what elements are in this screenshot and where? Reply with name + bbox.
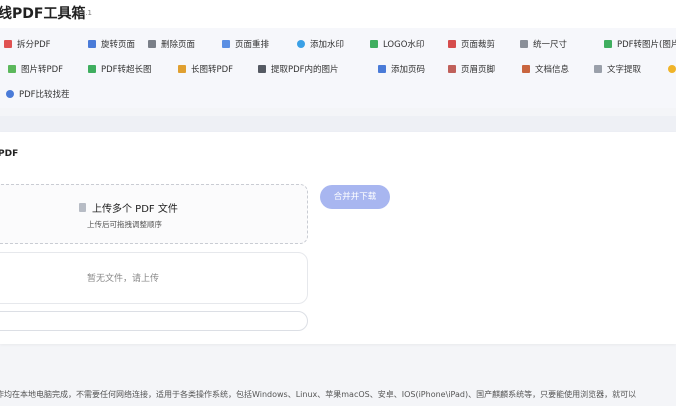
tool-label: PDF转图片(图片 (617, 40, 676, 50)
tool-row1-1[interactable]: 旋转页面 (88, 37, 135, 51)
scissors-icon (4, 40, 12, 48)
image-icon (370, 40, 378, 48)
tool-label: 长图转PDF (191, 65, 234, 75)
bulb-icon (668, 65, 676, 73)
tool-label: 拆分PDF (17, 40, 51, 50)
tool-row1-0[interactable]: 拆分PDF (4, 37, 51, 51)
section-divider (0, 116, 676, 132)
tool-row1-7[interactable]: 统一尺寸 (520, 37, 567, 51)
upload-hint: 上传后可拖拽调整顺序 (87, 220, 162, 229)
tool-row2-6[interactable]: 文档信息 (522, 62, 569, 76)
tool-label: 页眉页脚 (461, 65, 496, 75)
header-footer-icon (448, 65, 456, 73)
camera-icon (258, 65, 266, 73)
merge-download-button[interactable]: 合并并下载 (320, 185, 390, 209)
tool-row1-2[interactable]: 删除页面 (148, 37, 195, 51)
tool-row1-4[interactable]: 添加水印 (297, 37, 344, 51)
tool-label: 页面重排 (235, 40, 270, 50)
tool-row2-1[interactable]: PDF转超长图 (88, 62, 152, 76)
output-name-field[interactable] (0, 311, 308, 331)
tool-label: 提取PDF内的图片 (271, 65, 339, 75)
upload-label: 上传多个 PDF 文件 (92, 204, 178, 215)
footer-note: 作均在本地电脑完成，不需要任何网络连接，适用于各类操作系统，包括Windows、… (0, 390, 637, 399)
number-icon (378, 65, 386, 73)
tool-row2-2[interactable]: 长图转PDF (178, 62, 233, 76)
upload-dropzone[interactable]: 上传多个 PDF 文件 上传后可拖拽调整顺序 (0, 184, 308, 244)
tool-row1-3[interactable]: 页面重排 (222, 37, 269, 51)
trash-icon (148, 40, 156, 48)
tool-label: PDF转超长图 (101, 65, 152, 75)
app-title: 线PDF工具箱 (0, 6, 86, 22)
ruler-icon (520, 40, 528, 48)
tool-row1-5[interactable]: LOGO水印 (370, 37, 424, 51)
tool-row3-0[interactable]: PDF比较找茬 (6, 87, 70, 101)
text-icon (594, 65, 602, 73)
crop-icon (448, 40, 456, 48)
tool-row1-6[interactable]: 页面裁剪 (448, 37, 495, 51)
card-title: PDF (0, 149, 19, 159)
tool-label: 页面裁剪 (461, 40, 496, 50)
tool-label: 图片转PDF (21, 65, 64, 75)
app-header: 线PDF工具箱 V3.1 (0, 0, 676, 28)
tool-label: 旋转页面 (101, 40, 136, 50)
tool-label: 添加页码 (391, 65, 426, 75)
empty-message: 暂无文件，请上传 (87, 274, 160, 284)
tool-label: 删除页面 (161, 40, 196, 50)
tool-row2-5[interactable]: 页眉页脚 (448, 62, 495, 76)
tool-label: PDF比较找茬 (19, 90, 70, 100)
upload-label-group: 上传多个 PDF 文件 (79, 200, 178, 215)
tool-label: 文档信息 (535, 65, 570, 75)
leaf-icon (8, 65, 16, 73)
tool-row2-3[interactable]: 提取PDF内的图片 (258, 62, 339, 76)
pages-icon (222, 40, 230, 48)
file-icon (79, 203, 86, 212)
tool-label: LOGO水印 (383, 40, 425, 50)
rotate-icon (88, 40, 96, 48)
drop-icon (297, 40, 305, 48)
app-version: V3.1 (76, 9, 92, 17)
tool-row1-8[interactable]: PDF转图片(图片 (604, 37, 676, 51)
tool-label: 统一尺寸 (533, 40, 568, 50)
tool-label: 文字提取 (607, 65, 642, 75)
tool-row2-0[interactable]: 图片转PDF (8, 62, 63, 76)
tool-row2-8[interactable] (668, 62, 676, 76)
merge-pdf-card: PDF 上传多个 PDF 文件 上传后可拖拽调整顺序 合并并下载 暂无文件，请上… (0, 132, 676, 344)
tool-row2-4[interactable]: 添加页码 (378, 62, 425, 76)
info-icon (522, 65, 530, 73)
scroll-icon (178, 65, 186, 73)
file-list: 暂无文件，请上传 (0, 252, 308, 304)
tool-row2-7[interactable]: 文字提取 (594, 62, 641, 76)
picture-icon (604, 40, 612, 48)
tool-toolbar: 拆分PDF 旋转页面 删除页面 页面重排 添加水印 LOGO水印 页面裁剪 统一尺寸 PDF转图… (0, 28, 676, 108)
tool-label: 添加水印 (310, 40, 345, 50)
image-icon (88, 65, 96, 73)
magnifier-icon (6, 90, 14, 98)
